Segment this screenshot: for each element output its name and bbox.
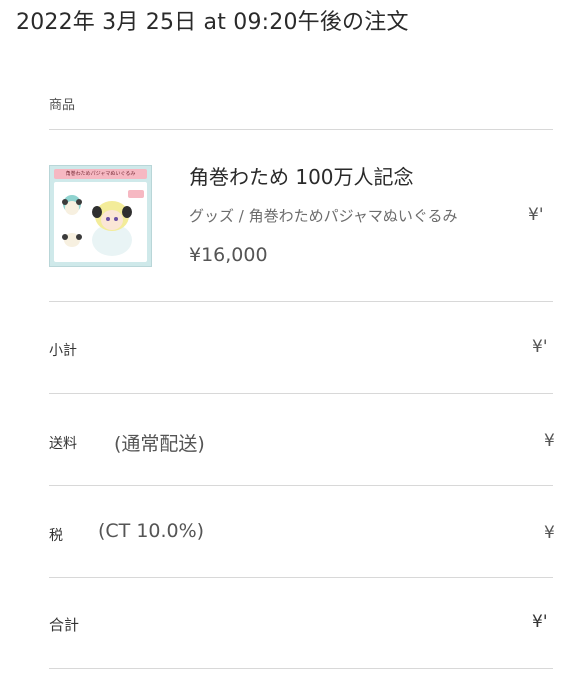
product-thumbnail[interactable]: 角巻わためパジャマぬいぐるみ [49,165,152,267]
divider [49,393,553,394]
thumbnail-card [54,182,147,262]
products-section-label: 商品 [49,98,76,113]
divider [49,129,553,130]
divider [49,577,553,578]
order-page: 2022年 3月 25日 at 09:20午後の注文 商品 角巻わためパジャマぬ… [0,0,567,680]
thumbnail-banner: 角巻わためパジャマぬいぐるみ [54,169,147,179]
subtotal-value: ¥' [532,337,548,357]
product-line-price: ¥' [528,205,544,225]
shipping-value: ¥ [544,431,555,451]
tax-rate: (CT 10.0%) [98,520,205,542]
total-label: 合計 [49,616,80,634]
product-variant: グッズ / 角巻わためパジャマぬいぐるみ [189,207,458,225]
plush-illustration [62,190,144,256]
order-title: 2022年 3月 25日 at 09:20午後の注文 [16,10,409,35]
product-price: ¥16,000 [189,244,268,266]
divider [49,301,553,302]
divider [49,485,553,486]
shipping-method: (通常配送) [114,433,205,455]
tax-label: 税 [49,528,63,544]
total-value: ¥' [532,612,548,632]
divider [49,668,553,669]
tax-value: ¥ [544,523,555,543]
product-name[interactable]: 角巻わため 100万人記念 [189,161,414,190]
subtotal-label: 小計 [49,343,77,359]
shipping-label: 送料 [49,436,77,452]
